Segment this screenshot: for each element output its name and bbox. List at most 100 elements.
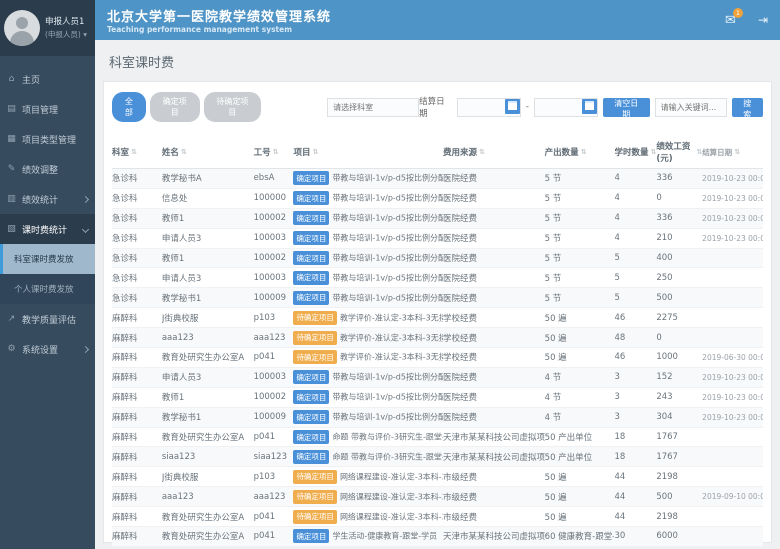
cell-output-quantity: 4 节 [545, 411, 615, 423]
sort-icon[interactable]: ⇅ [131, 148, 137, 156]
sidebar-item-project-type-management[interactable]: ▦ 项目类型管理 [0, 124, 95, 154]
sidebar-item-label: 课时费统计 [22, 223, 67, 236]
sidebar-subitem-dept-course-fee[interactable]: 科室课时费发放 [0, 244, 95, 274]
cell-project: 确定项目带教与培训-1v/p-d5按比例分配 [293, 171, 443, 185]
logout-icon[interactable]: ⇥ [758, 13, 768, 27]
cell-settle-date: 2019-06-30 00:00:00 [702, 353, 763, 362]
filter-all-button[interactable]: 全部 [112, 92, 146, 122]
project-status-badge[interactable]: 确定项目 [293, 171, 329, 185]
sort-icon[interactable]: ⇅ [312, 148, 318, 156]
column-header[interactable]: 科室⇅ [112, 140, 162, 164]
search-button[interactable]: 搜索 [732, 98, 763, 117]
column-header[interactable]: 工号⇅ [254, 140, 294, 164]
table-row[interactable]: 麻醉科教育处研究生办公室Ap041待确定项目网络课程建设-准认定-3本科-3学员… [112, 507, 763, 527]
table-row[interactable]: 急诊科教学秘书AebsA确定项目带教与培训-1v/p-d5按比例分配医院经费5 … [112, 169, 763, 189]
project-status-badge[interactable]: 待确定项目 [293, 350, 337, 364]
table-row[interactable]: 麻醉科教育处研究生办公室Ap041确定项目学生活动-健康教育-跟堂-学员天津市某… [112, 527, 763, 547]
table-row[interactable]: 麻醉科J街典校服p103待确定项目网络课程建设-准认定-3本科-3学员市级经费5… [112, 467, 763, 487]
cell-name: aaa123 [162, 333, 254, 343]
table-row[interactable]: 麻醉科教学秘书1100009确定项目带教与培训-1v/p-d5按比例分配医院经费… [112, 408, 763, 428]
table-row[interactable]: 麻醉科aaa123aaa123待确定项目教学评价-准认定-3本科-3无接受人学校… [112, 328, 763, 348]
project-name: 学生活动-健康教育-跟堂-学员 [332, 532, 437, 541]
table-row[interactable]: 麻醉科J街典校服p103待确定项目教学评价-准认定-3本科-3无接受人学校经费5… [112, 308, 763, 328]
project-status-badge[interactable]: 确定项目 [293, 231, 329, 245]
calendar-icon[interactable] [505, 99, 520, 114]
column-header[interactable]: 产出数量⇅ [545, 140, 615, 164]
filter-confirmed-button[interactable]: 确定项目 [150, 92, 200, 122]
table-row[interactable]: 急诊科教学秘书1100009确定项目带教与培训-1v/p-d5按比例分配医院经费… [112, 288, 763, 308]
sidebar-item-performance-adjust[interactable]: ✎ 绩效调整 [0, 154, 95, 184]
project-status-badge[interactable]: 确定项目 [293, 191, 329, 205]
filter-pending-button[interactable]: 待确定项目 [204, 92, 262, 122]
sidebar-item-project-management[interactable]: ▤ 项目管理 [0, 94, 95, 124]
project-status-badge[interactable]: 待确定项目 [293, 510, 337, 524]
project-name: 带教与培训-1v/p-d5按比例分配 [332, 174, 443, 183]
table-row[interactable]: 麻醉科申请人员3100003确定项目带教与培训-1v/p-d5按比例分配医院经费… [112, 368, 763, 388]
project-status-badge[interactable]: 待确定项目 [293, 311, 337, 325]
user-name: 申报人员1 [45, 16, 87, 29]
data-table: 科室⇅姓名⇅工号⇅项目⇅费用来源⇅产出数量⇅学时数量⇅绩效工资(元)⇅结算日期⇅… [112, 140, 763, 547]
sidebar-item-performance-stats[interactable]: ▥ 绩效统计 [0, 184, 95, 214]
sort-icon[interactable]: ⇅ [181, 148, 187, 156]
clear-date-button[interactable]: 清空日期 [603, 98, 650, 117]
sidebar-item-system-settings[interactable]: ⚙ 系统设置 [0, 334, 95, 364]
sidebar-menu: ⌂ 主页 ▤ 项目管理 ▦ 项目类型管理 ✎ 绩效调整 ▥ 绩效统计 ▧ 课时费… [0, 56, 95, 364]
project-status-badge[interactable]: 确定项目 [293, 211, 329, 225]
project-status-badge[interactable]: 确定项目 [293, 450, 329, 464]
search-input[interactable] [655, 98, 727, 117]
project-status-badge[interactable]: 确定项目 [293, 291, 329, 305]
sort-icon[interactable]: ⇅ [479, 148, 485, 156]
sidebar-item-teaching-quality[interactable]: ↗ 教学质量评估 [0, 304, 95, 334]
table-row[interactable]: 急诊科申请人员3100003确定项目带教与培训-1v/p-d5按比例分配医院经费… [112, 229, 763, 249]
project-status-badge[interactable]: 确定项目 [293, 271, 329, 285]
sort-icon[interactable]: ⇅ [734, 148, 740, 156]
project-status-badge[interactable]: 待确定项目 [293, 470, 337, 484]
cell-hours: 5 [614, 273, 656, 283]
column-header[interactable]: 绩效工资(元)⇅ [656, 140, 702, 164]
project-name: 教学评价-准认定-3本科-3无接受人 [340, 353, 443, 362]
project-status-badge[interactable]: 确定项目 [293, 370, 329, 384]
table-row[interactable]: 急诊科信息处100000确定项目带教与培训-1v/p-d5按比例分配医院经费5 … [112, 189, 763, 209]
table-row[interactable]: 急诊科教师1100002确定项目带教与培训-1v/p-d5按比例分配医院经费5 … [112, 209, 763, 229]
sidebar-subitem-personal-course-fee[interactable]: 个人课时费发放 [0, 274, 95, 304]
table-row[interactable]: 麻醉科教育处研究生办公室Ap041确定项目命题 带教与评价-3研究生-跟堂-教师… [112, 428, 763, 448]
column-header[interactable]: 学时数量⇅ [614, 140, 656, 164]
project-status-badge[interactable]: 确定项目 [293, 251, 329, 265]
project-status-badge[interactable]: 待确定项目 [293, 331, 337, 345]
department-select-input[interactable] [327, 98, 419, 117]
user-panel[interactable]: 申报人员1 (申报人员) ▾ [0, 0, 95, 56]
cell-hours: 44 [614, 492, 656, 502]
sort-icon[interactable]: ⇅ [581, 148, 587, 156]
cell-project: 待确定项目教学评价-准认定-3本科-3无接受人 [293, 350, 443, 364]
cell-department: 急诊科 [112, 172, 162, 184]
cell-salary: 2275 [656, 313, 702, 323]
table-row[interactable]: 麻醉科教师1100002确定项目带教与培训-1v/p-d5按比例分配医院经费4 … [112, 388, 763, 408]
sort-icon[interactable]: ⇅ [273, 148, 279, 156]
project-status-badge[interactable]: 确定项目 [293, 529, 329, 543]
user-role[interactable]: (申报人员) ▾ [45, 29, 87, 40]
column-header[interactable]: 姓名⇅ [162, 140, 254, 164]
message-icon[interactable]: ✉ 1 [725, 13, 736, 28]
column-header[interactable]: 项目⇅ [293, 140, 443, 164]
project-name: 带教与培训-1v/p-d5按比例分配 [332, 373, 443, 382]
sidebar-item-home[interactable]: ⌂ 主页 [0, 64, 95, 94]
column-header[interactable]: 结算日期⇅ [702, 140, 763, 164]
cell-employee-id: 100002 [254, 392, 294, 402]
table-row[interactable]: 麻醉科教育处研究生办公室Ap041待确定项目教学评价-准认定-3本科-3无接受人… [112, 348, 763, 368]
column-header-label: 结算日期 [702, 147, 732, 158]
project-status-badge[interactable]: 确定项目 [293, 390, 329, 404]
table-row[interactable]: 麻醉科siaa123siaa123确定项目命题 带教与评价-3研究生-跟堂-教师… [112, 447, 763, 467]
project-status-badge[interactable]: 确定项目 [293, 430, 329, 444]
table-row[interactable]: 急诊科教师1100002确定项目带教与培训-1v/p-d5按比例分配医院经费5 … [112, 249, 763, 269]
cell-output-quantity: 50 产出单位 [545, 451, 615, 463]
column-header-label: 科室 [112, 146, 129, 158]
cell-hours: 5 [614, 293, 656, 303]
project-name: 带教与培训-1v/p-d5按比例分配 [332, 194, 443, 203]
project-status-badge[interactable]: 待确定项目 [293, 490, 337, 504]
calendar-icon[interactable] [582, 99, 597, 114]
project-status-badge[interactable]: 确定项目 [293, 410, 329, 424]
table-row[interactable]: 急诊科申请人员3100003确定项目带教与培训-1v/p-d5按比例分配医院经费… [112, 268, 763, 288]
column-header[interactable]: 费用来源⇅ [443, 140, 545, 164]
table-row[interactable]: 麻醉科aaa123aaa123待确定项目网络课程建设-准认定-3本科-3学员市级… [112, 487, 763, 507]
sidebar-item-course-fee-stats[interactable]: ▧ 课时费统计 [0, 214, 95, 244]
